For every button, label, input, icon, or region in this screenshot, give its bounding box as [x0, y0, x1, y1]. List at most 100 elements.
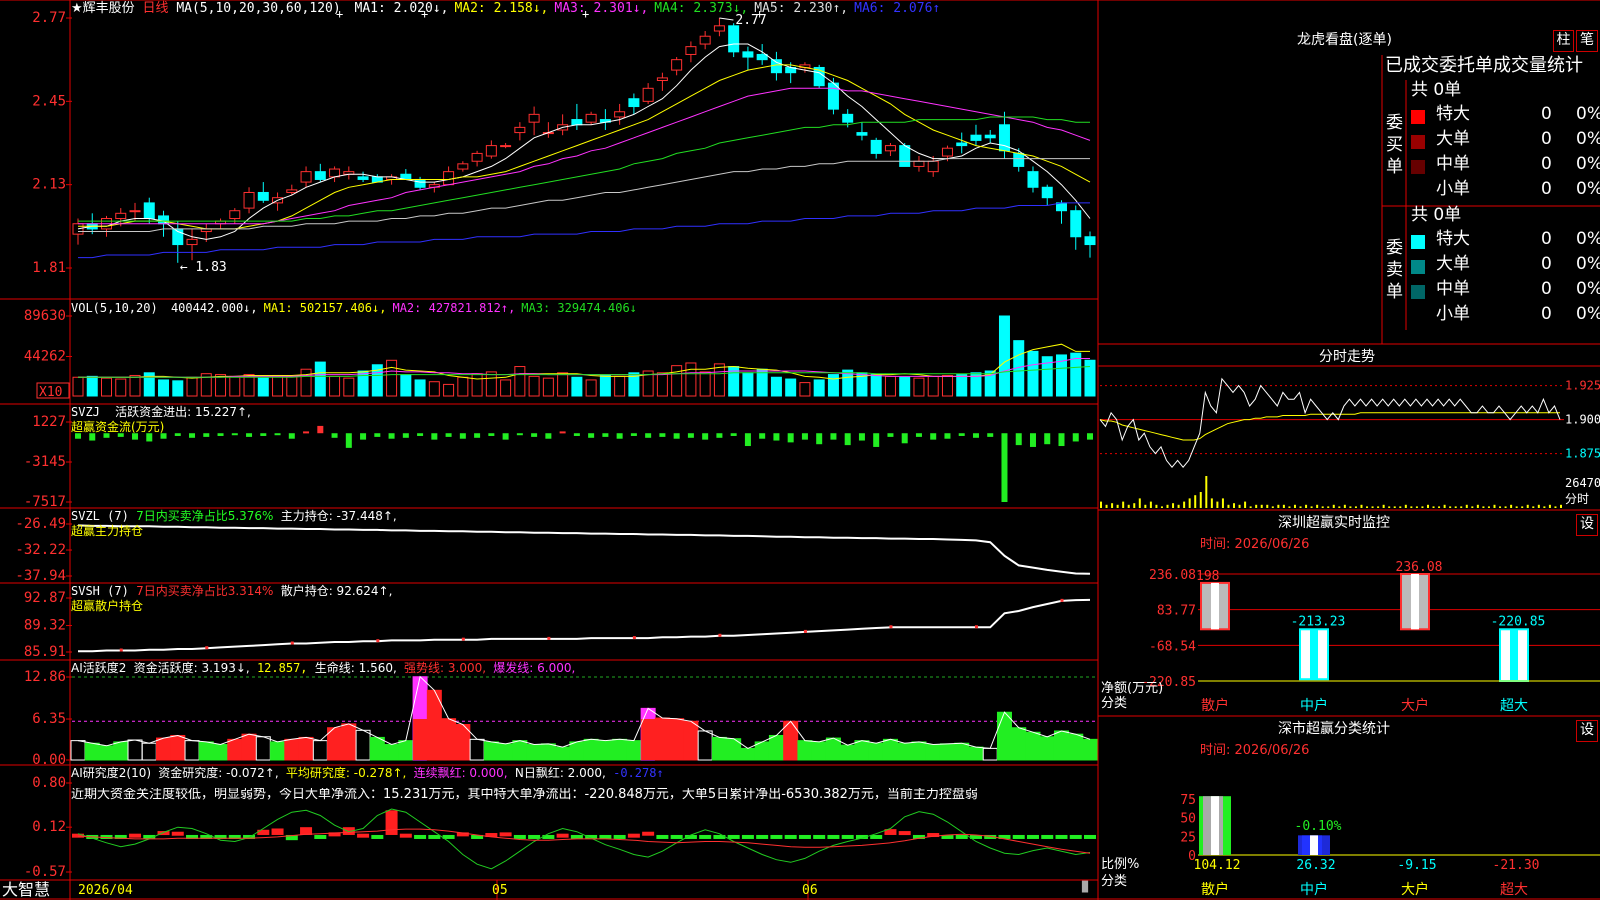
- chart-canvas[interactable]: 2.772.452.131.812.77← 1.83+ + + +8963044262…: [0, 0, 1600, 900]
- intraday-volume-bar: [1260, 504, 1263, 508]
- intraday-volume-bar: [1510, 504, 1513, 508]
- fund-flow-bar: [816, 433, 823, 445]
- period-label[interactable]: 日线: [142, 1, 168, 16]
- research-bar: [570, 834, 583, 839]
- classify-settings-button[interactable]: 设: [1576, 720, 1598, 742]
- candle: [827, 82, 839, 110]
- classify-category-label: 中户: [1300, 881, 1328, 898]
- fund-flow-bar: [274, 433, 281, 436]
- research-bar: [870, 834, 883, 839]
- candle: [770, 59, 782, 74]
- activity-bar: [170, 734, 186, 761]
- ma-header: MA(5,10,20,30,60,120): [176, 1, 341, 16]
- realtime-settings-button[interactable]: 设: [1576, 514, 1598, 536]
- intraday-volume-bar: [1244, 501, 1247, 508]
- fund-flow-bar: [744, 433, 751, 447]
- order-row-pct: 0%: [1576, 104, 1600, 124]
- volume-bar: [813, 379, 825, 397]
- volume-bar: [956, 374, 968, 397]
- volume-bar: [599, 374, 611, 397]
- intraday-volume-bar: [1554, 506, 1557, 508]
- y-axis-tick: 0.12: [32, 819, 66, 835]
- volume-bar: [186, 376, 198, 397]
- order-row-count: 0: [1541, 179, 1552, 199]
- fund-flow-bar: [231, 433, 238, 436]
- vol-values: 400442.000↓, MA1: 502157.406↓, MA2: 427821…: [165, 301, 637, 315]
- intraday-volume-bar: [1105, 504, 1108, 508]
- research-bar: [699, 834, 712, 839]
- fund-flow-bar: [217, 433, 224, 436]
- intraday-volume-bar: [1393, 506, 1396, 508]
- intraday-volume-bar: [1504, 506, 1507, 508]
- activity-bar: [241, 733, 257, 761]
- intraday-volume-bar: [1532, 506, 1535, 508]
- ma-items-item: MA4: 2.373↓,: [654, 1, 749, 16]
- intraday-volume-bar: [1100, 501, 1102, 508]
- candle: [642, 87, 654, 102]
- research-bar: [257, 829, 270, 835]
- intraday-title: 分时走势: [1319, 349, 1375, 365]
- activity-bar: [569, 741, 585, 761]
- fund-flow-bar: [559, 431, 566, 434]
- realtime-title: 深圳超赢实时监控: [1278, 515, 1390, 531]
- legend-swatch: [1411, 235, 1425, 249]
- research-bar: [499, 832, 512, 837]
- intraday-volume-bar: [1465, 504, 1468, 508]
- retail-marker: [974, 625, 978, 629]
- y-axis-tick: 2.13: [32, 177, 66, 193]
- fund-flow-bar: [459, 433, 466, 439]
- ai-research-title: AI研究度2(10): [71, 766, 152, 780]
- ma-items-item: MA1: 2.020↓,: [354, 1, 449, 16]
- fund-flow-bar: [502, 433, 509, 440]
- activity-bar: [654, 717, 670, 761]
- order-row-count: 0: [1541, 254, 1552, 274]
- tab-tick-mode[interactable]: 笔: [1576, 30, 1598, 52]
- activity-bar: [312, 740, 328, 761]
- volume-bar: [913, 377, 925, 397]
- retail-marker: [376, 639, 380, 643]
- fund-flow-bar: [1058, 433, 1065, 447]
- candle: [286, 189, 298, 193]
- intraday-volume-bar: [1122, 501, 1125, 508]
- intraday-volume-bar: [1127, 504, 1130, 508]
- research-bar: [72, 833, 84, 838]
- fund-flow-bar: [160, 433, 167, 439]
- fund-flow-bar: [89, 433, 96, 441]
- classify-bar-highlight: [1310, 835, 1318, 855]
- intraday-volume-bar: [1233, 503, 1236, 508]
- research-bar: [556, 833, 569, 838]
- realtime-category-label: 中户: [1300, 697, 1328, 714]
- volume-bar: [799, 382, 811, 397]
- activity-bar: [925, 744, 941, 761]
- svsh-desc: 7日内买卖净占比3.314%: [136, 584, 274, 598]
- research-bar: [414, 834, 427, 839]
- activity-bar: [854, 740, 870, 761]
- tab-bar-mode[interactable]: 柱: [1553, 30, 1574, 52]
- fund-flow-bar: [431, 433, 438, 440]
- intraday-volume-bar: [1149, 501, 1152, 508]
- classify-ylabel: 比例%: [1101, 857, 1140, 872]
- volume-bar: [770, 376, 782, 397]
- volume-bar: [998, 315, 1010, 397]
- order-row-pct: 0%: [1576, 129, 1600, 149]
- classify-bar-highlight: [1211, 796, 1219, 855]
- fund-flow-bar: [488, 433, 495, 436]
- stock-name[interactable]: ★辉丰股份: [71, 1, 135, 16]
- volume-bar: [172, 380, 184, 397]
- svsh-hold: 散户持仓: 92.624↑,: [280, 584, 393, 598]
- order-row-count: 0: [1541, 229, 1552, 249]
- intraday-volume-bar: [1388, 506, 1391, 508]
- ai-active-life: 生命线: 1.560,: [314, 661, 397, 675]
- intraday-volume-bar: [1188, 498, 1191, 508]
- candle: [1070, 210, 1082, 238]
- activity-bar: [1082, 738, 1098, 761]
- intraday-volume-bar: [1305, 504, 1308, 508]
- candle: [927, 160, 939, 173]
- activity-bar: [897, 742, 913, 761]
- ai-research-nday: N日飘红: 2.000,: [514, 766, 606, 780]
- intraday-volume-bar: [1183, 501, 1186, 508]
- classify-time: 时间: 2026/06/26: [1200, 743, 1310, 758]
- research-bar: [528, 834, 541, 839]
- intraday-volume-bar: [1288, 506, 1291, 508]
- ma-items-item: MA5: 2.230↑,: [754, 1, 849, 16]
